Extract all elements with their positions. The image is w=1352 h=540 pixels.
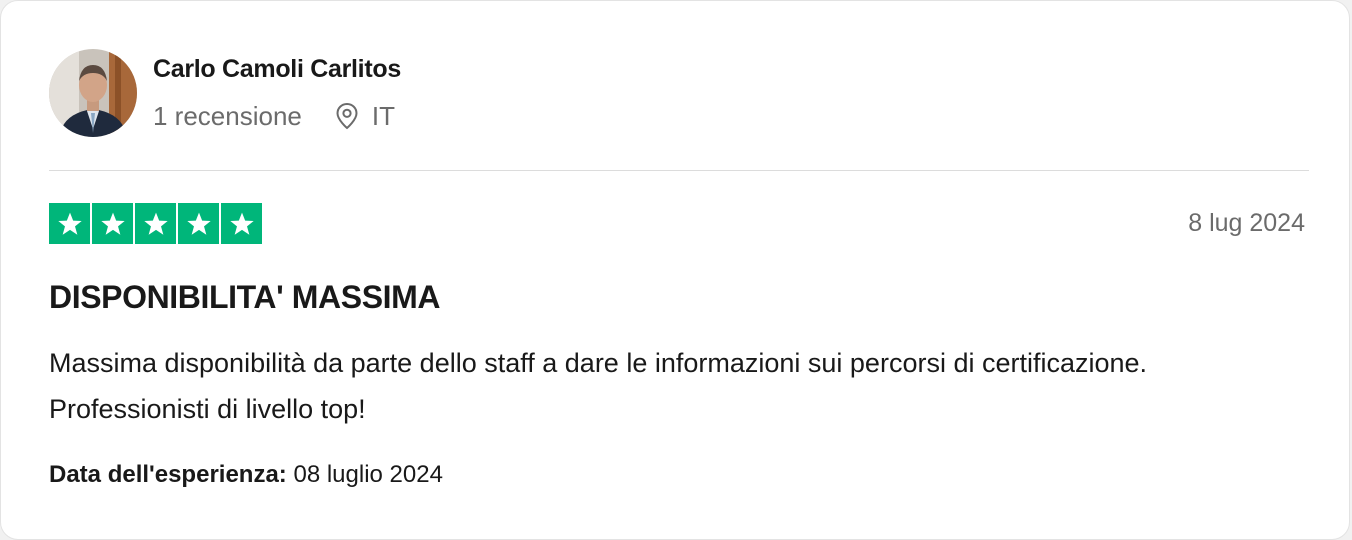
star-rating	[49, 203, 262, 244]
map-pin-icon	[334, 102, 360, 130]
star-icon	[135, 203, 176, 244]
reviewer-country: IT	[371, 100, 395, 131]
reviews-count: 1 recensione	[153, 100, 302, 131]
reviewer-name[interactable]: Carlo Camoli Carlitos	[153, 55, 401, 84]
star-icon	[221, 203, 262, 244]
reviewer-avatar[interactable]	[49, 49, 137, 137]
experience-date-label: Data dell'esperienza:	[49, 461, 287, 488]
star-icon	[92, 203, 133, 244]
review-date: 8 lug 2024	[1188, 209, 1305, 237]
experience-date-row: Data dell'esperienza: 08 luglio 2024	[49, 461, 443, 489]
review-card: Carlo Camoli Carlitos 1 recensione IT 8 …	[0, 0, 1350, 540]
experience-date-value: 08 luglio 2024	[293, 461, 443, 488]
review-title[interactable]: DISPONIBILITA' MASSIMA	[49, 279, 441, 316]
divider	[49, 170, 1309, 171]
review-body: Massima disponibilità da parte dello sta…	[49, 348, 1148, 424]
star-icon	[49, 203, 90, 244]
reviewer-meta: 1 recensione IT	[153, 99, 395, 133]
star-icon	[178, 203, 219, 244]
